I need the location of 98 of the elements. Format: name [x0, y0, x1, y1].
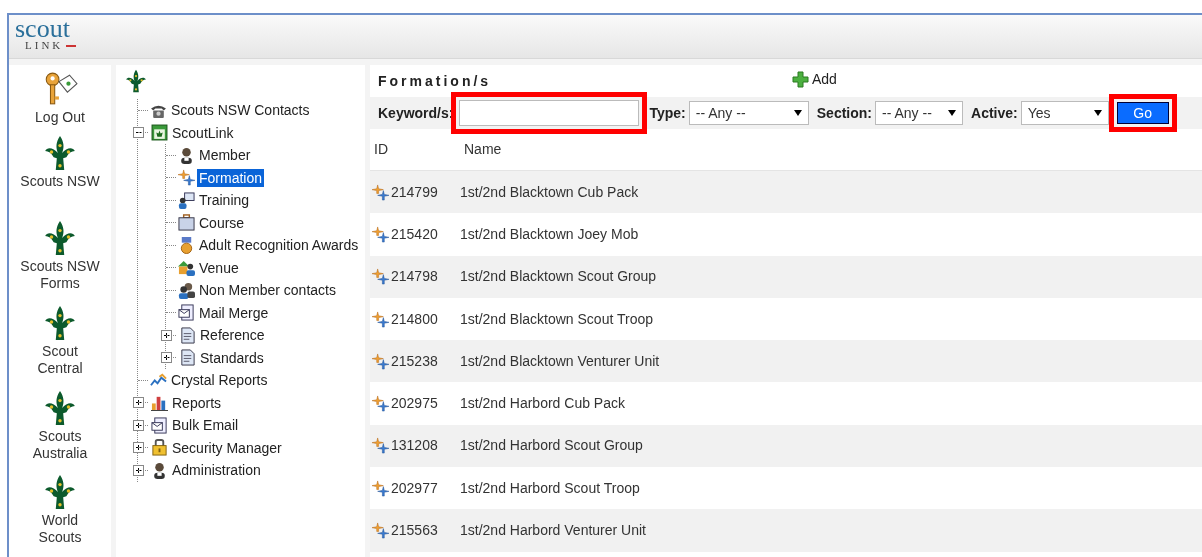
add-link[interactable]: Add: [792, 68, 837, 90]
tree-item[interactable]: ScoutLink: [170, 123, 236, 142]
tree-item[interactable]: Venue: [197, 258, 241, 277]
scoutlink-logo: scout LINK: [15, 18, 77, 51]
table-cell-text: 202975: [390, 394, 439, 414]
table-cell-text: 214798: [390, 267, 439, 287]
tree-item[interactable]: Standards: [198, 348, 266, 367]
expand-toggle[interactable]: [161, 352, 172, 364]
airplanes-icon: [372, 437, 389, 455]
person-icon: [178, 146, 195, 164]
table-cell-text: 1st/2nd Harbord Venturer Unit: [460, 521, 646, 540]
briefcase-icon: [178, 214, 195, 232]
document-icon: [179, 326, 196, 344]
nav-link[interactable]: World Scouts: [12, 474, 108, 557]
envelope-icon: [178, 304, 195, 322]
airplanes-icon: [372, 268, 389, 286]
line-chart-icon: [150, 371, 167, 389]
airplanes-icon: [372, 522, 389, 539]
dropdown[interactable]: -- Any --: [688, 101, 809, 125]
airplanes-icon: [372, 183, 389, 201]
scout-badge-icon: [151, 124, 168, 142]
table-cell-text: 1st/2nd Blacktown Joey Mob: [460, 224, 639, 244]
envelope-icon: [151, 416, 168, 434]
field-label: Keyword/s:: [378, 103, 454, 123]
collapse-toggle[interactable]: [133, 127, 144, 139]
column-header: ID: [374, 140, 389, 159]
field-label: Active:: [971, 103, 1018, 123]
tree-item[interactable]: Reference: [198, 326, 267, 345]
logo-text: scout: [15, 18, 70, 40]
table-cell-text: 1st/2nd Blacktown Scout Group: [460, 267, 657, 287]
nav-link[interactable]: Log Out: [12, 71, 108, 134]
nav-link[interactable]: Scouts NSW Forms: [12, 220, 108, 303]
nav-link[interactable]: Scouts NSW: [12, 135, 108, 219]
tree-item[interactable]: Adult Recognition Awards: [197, 236, 361, 255]
table-row[interactable]: 214799 1st/2nd Blacktown Cub Pack: [370, 171, 1202, 214]
keyword-field[interactable]: [459, 100, 640, 126]
house-people-icon: [178, 259, 195, 277]
table-row[interactable]: 131208 1st/2nd Harbord Scout Group: [370, 424, 1202, 468]
bar-chart-icon: [151, 394, 168, 412]
airplanes-icon: [372, 395, 389, 413]
medal-icon: [178, 236, 195, 254]
nav-link[interactable]: Scout Central: [12, 304, 108, 388]
dropdown[interactable]: -- Any --: [875, 101, 963, 125]
airplanes-icon: [372, 352, 389, 370]
expand-toggle[interactable]: [133, 397, 144, 409]
tree-item[interactable]: Crystal Reports: [169, 371, 270, 390]
tree-item[interactable]: Course: [197, 213, 247, 232]
nav-link[interactable]: Scouts Australia: [12, 389, 108, 473]
tree-item[interactable]: Reports: [170, 393, 224, 412]
table-cell-text: 1st/2nd Harbord Scout Troop: [460, 478, 640, 498]
expand-toggle[interactable]: [161, 329, 172, 341]
table-cell-text: 1st/2nd Blacktown Scout Troop: [460, 309, 653, 329]
tree-item[interactable]: Training: [197, 191, 252, 210]
tree-item[interactable]: Administration: [170, 461, 263, 480]
tree-item[interactable]: Member: [197, 146, 253, 165]
dropdown-arrow-icon: [793, 110, 802, 116]
column-header: Name: [464, 140, 502, 159]
table-cell-text: 215563: [390, 521, 439, 540]
field-label: Type:: [649, 103, 686, 123]
table-cell-text: 214799: [390, 182, 439, 202]
table-row[interactable]: 215238 1st/2nd Blacktown Venturer Unit: [370, 340, 1202, 383]
table-cell-text: 131208: [390, 436, 439, 456]
airplanes-icon: [372, 225, 389, 243]
table-cell-text: 214800: [390, 309, 439, 329]
fleur-de-lis-icon: [124, 69, 148, 93]
tree-item[interactable]: Bulk Email: [170, 416, 241, 435]
table-row[interactable]: 214798 1st/2nd Blacktown Scout Group: [370, 255, 1202, 298]
go-button[interactable]: Go: [1116, 102, 1169, 124]
tree-item[interactable]: Non Member contacts: [197, 281, 338, 300]
table-row[interactable]: 215563 1st/2nd Harbord Venturer Unit: [370, 509, 1202, 552]
person-icon: [151, 461, 168, 479]
expand-toggle[interactable]: [133, 419, 144, 431]
dropdown[interactable]: Yes: [1020, 101, 1109, 125]
field-label: Section:: [816, 103, 872, 123]
tree-item[interactable]: Mail Merge: [197, 303, 271, 322]
presenter-icon: [178, 191, 195, 209]
dropdown-arrow-icon: [1093, 110, 1102, 116]
tree-item[interactable]: Security Manager: [170, 438, 284, 457]
table-cell-text: 215238: [390, 351, 439, 371]
document-icon: [179, 349, 196, 367]
airplanes-icon: [372, 310, 389, 328]
padlock-icon: [151, 439, 168, 457]
table-cell-text: 1st/2nd Harbord Scout Group: [460, 436, 643, 456]
page-title: Formation/s: [378, 71, 493, 91]
table-cell-text: 202977: [390, 478, 439, 498]
expand-toggle[interactable]: [133, 442, 144, 454]
expand-toggle[interactable]: [133, 464, 144, 476]
table-cell-text: 1st/2nd Blacktown Venturer Unit: [460, 351, 660, 371]
table-cell-text: 1st/2nd Blacktown Cub Pack: [460, 182, 639, 202]
airplanes-icon: [372, 479, 389, 497]
dropdown-arrow-icon: [948, 110, 956, 116]
plus-icon: [792, 70, 809, 88]
table-cell-text: 1st/2nd Harbord Cub Pack: [460, 394, 625, 414]
two-people-icon: [178, 281, 195, 299]
table-cell-text: 215420: [390, 224, 439, 244]
tree-item[interactable]: Formation: [197, 168, 265, 187]
tree-item[interactable]: Scouts NSW Contacts: [169, 101, 312, 120]
airplanes-icon: [178, 169, 195, 187]
